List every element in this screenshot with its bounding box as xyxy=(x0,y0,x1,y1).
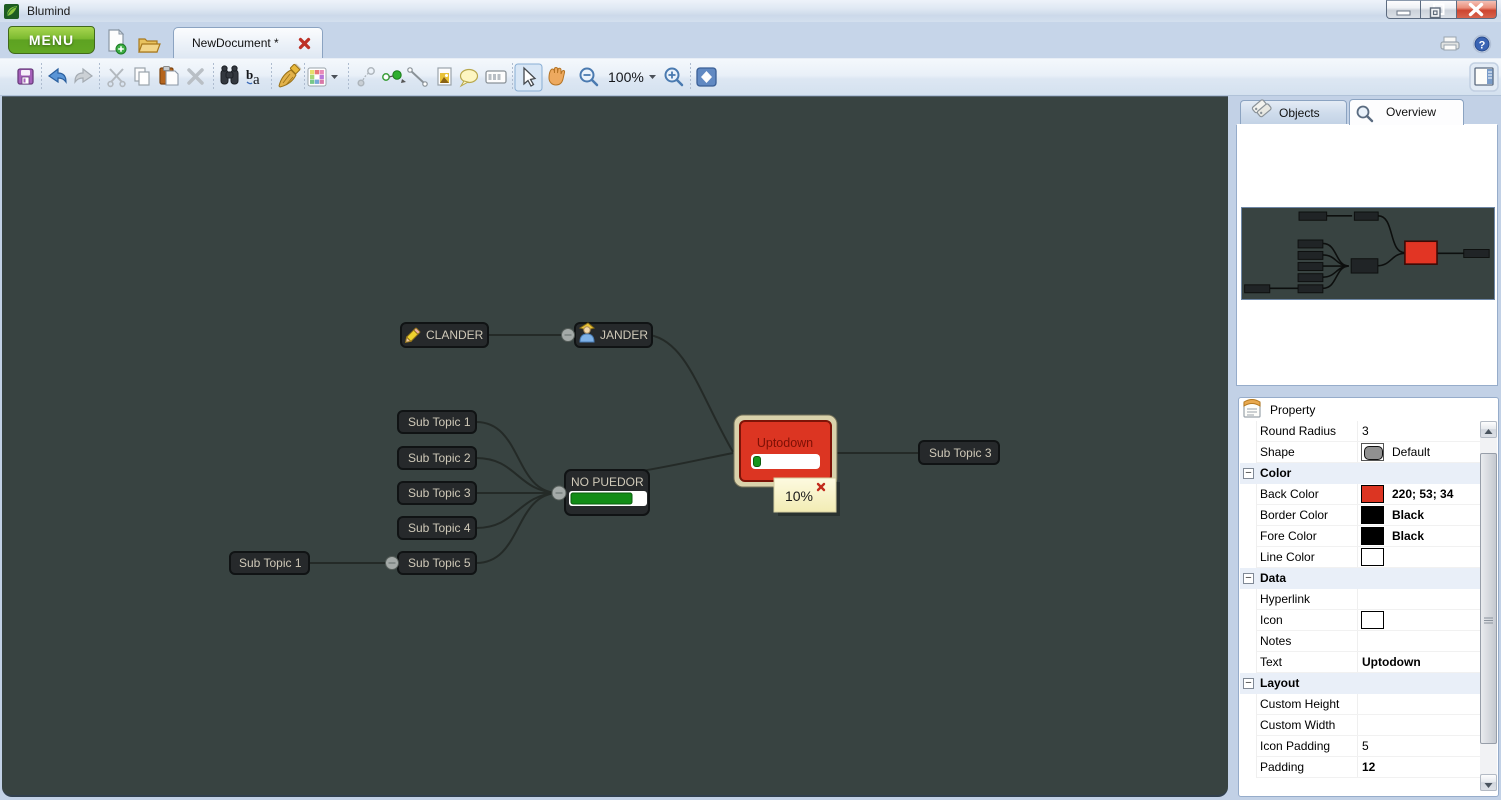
svg-text:Sub Topic 1: Sub Topic 1 xyxy=(408,415,471,429)
svg-text:NO PUEDOR: NO PUEDOR xyxy=(571,475,644,489)
svg-text:Uptodown: Uptodown xyxy=(757,436,813,450)
svg-text:Sub Topic 1: Sub Topic 1 xyxy=(239,556,302,570)
svg-text:Sub Topic 5: Sub Topic 5 xyxy=(408,556,471,570)
svg-text:Sub Topic 3: Sub Topic 3 xyxy=(408,486,471,500)
svg-text:?: ? xyxy=(1479,40,1486,52)
svg-text:CLANDER: CLANDER xyxy=(426,328,484,342)
svg-text:a: a xyxy=(253,72,260,88)
svg-text:10%: 10% xyxy=(785,488,813,504)
svg-text:100%: 100% xyxy=(608,69,644,85)
svg-text:JANDER: JANDER xyxy=(600,328,648,342)
svg-text:Sub Topic 3: Sub Topic 3 xyxy=(929,446,992,460)
svg-text:Sub Topic 4: Sub Topic 4 xyxy=(408,521,471,535)
svg-text:Sub Topic 2: Sub Topic 2 xyxy=(408,451,471,465)
